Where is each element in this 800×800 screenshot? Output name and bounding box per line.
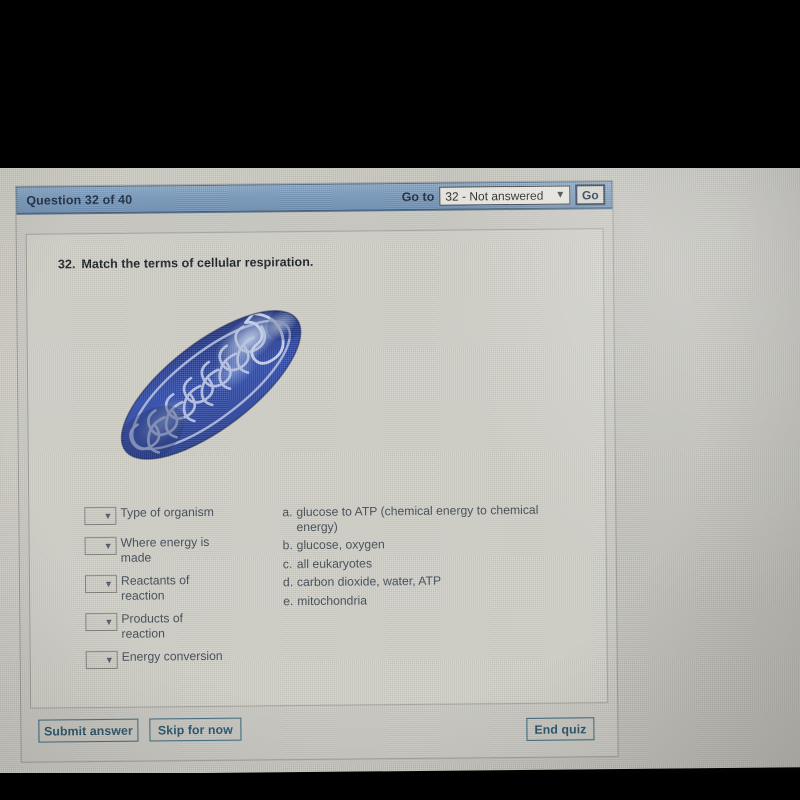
option-text: all eukaryotes bbox=[296, 555, 373, 571]
submit-answer-button[interactable]: Submit answer bbox=[38, 718, 139, 743]
option-text: glucose to ATP (chemical energy to chemi… bbox=[296, 502, 539, 534]
goto-select-value: 32 - Not answered bbox=[445, 188, 544, 204]
monitor-surface: Question 32 of 40 Go to 32 - Not answere… bbox=[0, 98, 800, 775]
option-text: mitochondria bbox=[297, 592, 368, 608]
goto-controls: Go to 32 - Not answered ▼ Go bbox=[402, 184, 606, 207]
chevron-down-icon: ▼ bbox=[555, 189, 566, 201]
chevron-down-icon: ▼ bbox=[104, 578, 114, 589]
question-content-panel: 32. Match the terms of cellular respirati… bbox=[25, 228, 609, 709]
term-label: Reactants of reaction bbox=[120, 573, 190, 603]
terms-column: ▼ Type of organism ▼ Where energy is mad… bbox=[84, 504, 276, 680]
term-select-reactants-of-reaction[interactable]: ▼ bbox=[84, 574, 118, 594]
go-button[interactable]: Go bbox=[575, 184, 606, 206]
chevron-down-icon: ▼ bbox=[103, 510, 113, 521]
option-text: glucose, oxygen bbox=[296, 537, 385, 553]
photo-letterbox-bottom bbox=[0, 773, 800, 800]
quiz-window: Question 32 of 40 Go to 32 - Not answere… bbox=[16, 181, 618, 762]
term-row: ▼ Energy conversion bbox=[85, 648, 276, 671]
term-label: Type of organism bbox=[120, 504, 214, 520]
chevron-down-icon: ▼ bbox=[104, 616, 114, 627]
mitochondrion-illustration bbox=[108, 293, 320, 472]
question-number: 32. bbox=[57, 257, 76, 272]
matching-area: ▼ Type of organism ▼ Where energy is mad… bbox=[29, 501, 607, 697]
term-row: ▼ Products of reaction bbox=[85, 610, 275, 641]
photo-of-screen: Question 32 of 40 Go to 32 - Not answere… bbox=[0, 0, 800, 800]
photo-letterbox-top bbox=[0, 0, 800, 168]
term-label: Products of reaction bbox=[121, 611, 184, 641]
term-select-products-of-reaction[interactable]: ▼ bbox=[85, 612, 118, 632]
question-counter: Question 32 of 40 bbox=[26, 192, 133, 208]
option-item: d. carbon dioxide, water, ATP bbox=[282, 572, 583, 590]
option-item: c. all eukaryotes bbox=[283, 554, 583, 571]
term-row: ▼ Reactants of reaction bbox=[84, 572, 275, 603]
term-select-energy-conversion[interactable]: ▼ bbox=[85, 650, 118, 670]
option-text: carbon dioxide, water, ATP bbox=[296, 573, 442, 590]
option-letter: c. bbox=[282, 556, 293, 571]
option-item: b. glucose, oxygen bbox=[283, 535, 583, 552]
chevron-down-icon: ▼ bbox=[104, 654, 114, 665]
option-letter: d. bbox=[282, 575, 294, 590]
option-item: e. mitochondria bbox=[283, 591, 583, 608]
option-letter: b. bbox=[282, 538, 293, 553]
quiz-title-bar: Question 32 of 40 Go to 32 - Not answere… bbox=[16, 181, 613, 215]
option-letter: a. bbox=[282, 505, 293, 520]
skip-for-now-button[interactable]: Skip for now bbox=[149, 717, 242, 742]
question-prompt: 32. Match the terms of cellular respirati… bbox=[58, 255, 314, 271]
option-letter: e. bbox=[283, 593, 294, 608]
term-select-type-of-organism[interactable]: ▼ bbox=[84, 506, 117, 526]
chevron-down-icon: ▼ bbox=[103, 540, 113, 551]
term-label: Where energy is made bbox=[120, 534, 210, 565]
question-prompt-text: Match the terms of cellular respiration. bbox=[81, 254, 314, 272]
term-row: ▼ Where energy is made bbox=[84, 534, 275, 565]
options-column: a. glucose to ATP (chemical energy to ch… bbox=[282, 502, 583, 612]
goto-select[interactable]: 32 - Not answered ▼ bbox=[439, 185, 571, 206]
mitochondrion-image bbox=[85, 277, 337, 494]
option-item: a. glucose to ATP (chemical energy to ch… bbox=[282, 502, 582, 534]
goto-label: Go to bbox=[401, 189, 435, 204]
term-row: ▼ Type of organism bbox=[84, 504, 274, 527]
quiz-footer: Submit answer Skip for now End quiz bbox=[21, 710, 617, 756]
end-quiz-button[interactable]: End quiz bbox=[526, 717, 595, 741]
term-select-where-energy-is-made[interactable]: ▼ bbox=[84, 536, 117, 556]
term-label: Energy conversion bbox=[121, 648, 223, 664]
